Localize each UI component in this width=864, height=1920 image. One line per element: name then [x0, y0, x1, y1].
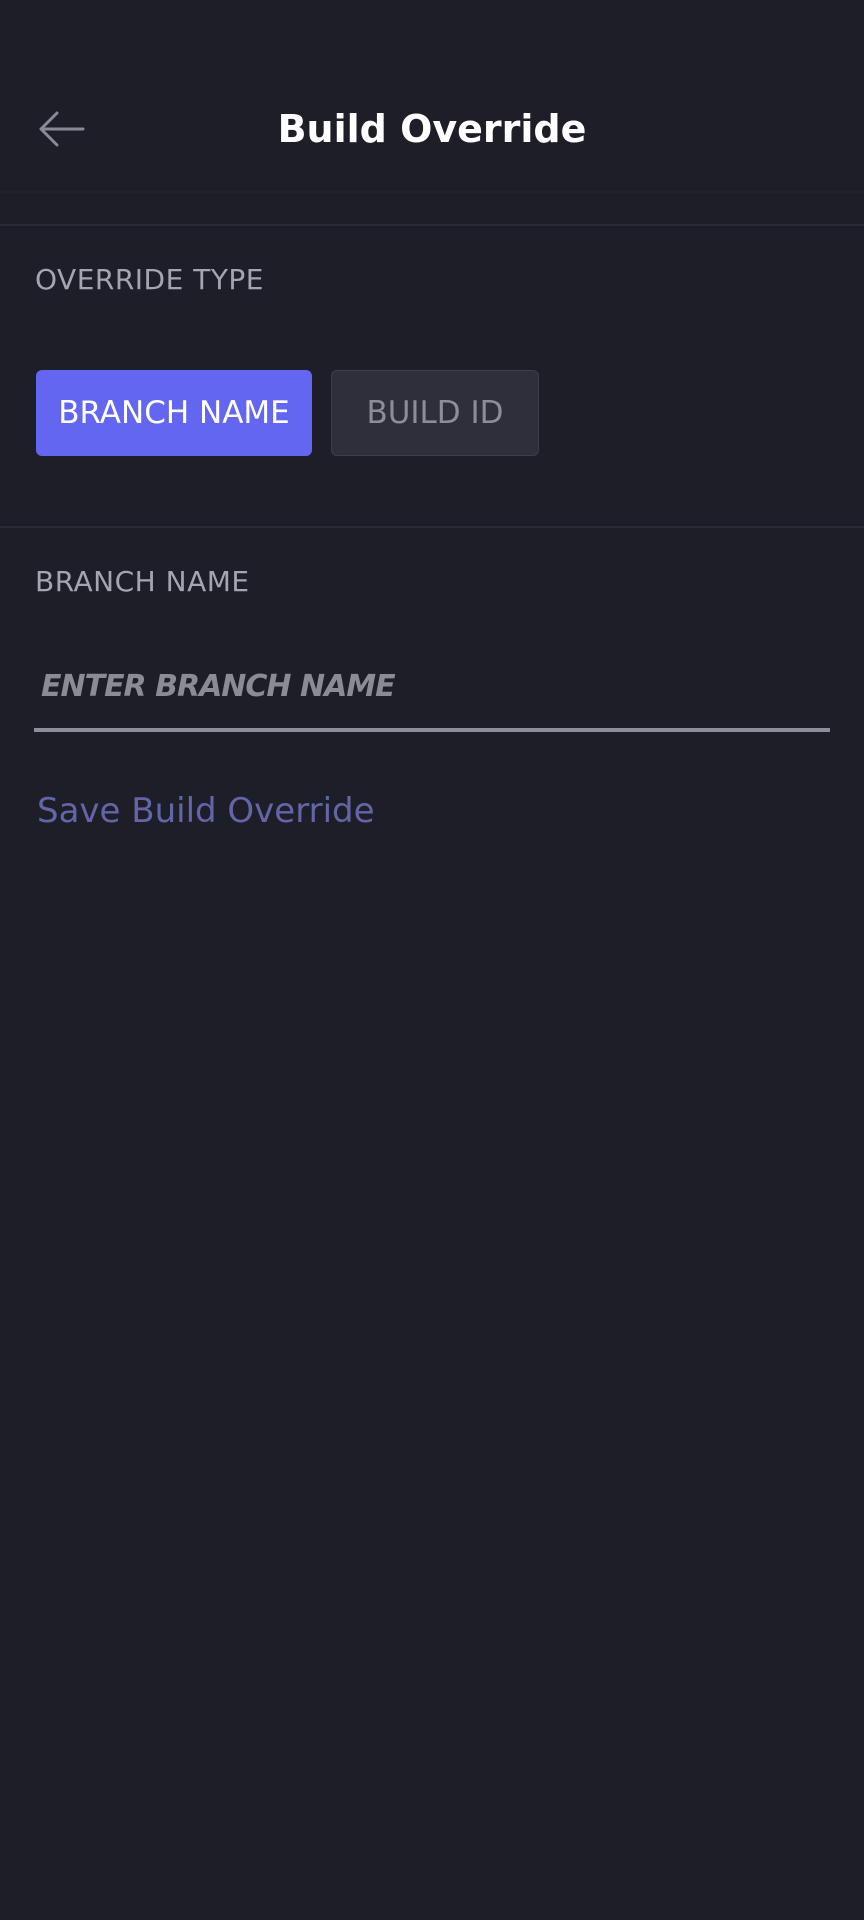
section-divider [0, 526, 864, 528]
app-header: Build Override [0, 0, 864, 226]
override-type-label: OVERRIDE TYPE [35, 263, 264, 296]
header-inner-divider [0, 191, 864, 193]
page-title: Build Override [277, 107, 587, 151]
branch-name-button[interactable]: BRANCH NAME [36, 370, 312, 456]
save-build-override-button[interactable]: Save Build Override [37, 788, 375, 834]
branch-name-label: BRANCH NAME [35, 565, 250, 598]
branch-name-input[interactable] [34, 644, 830, 732]
build-id-button[interactable]: BUILD ID [331, 370, 539, 456]
